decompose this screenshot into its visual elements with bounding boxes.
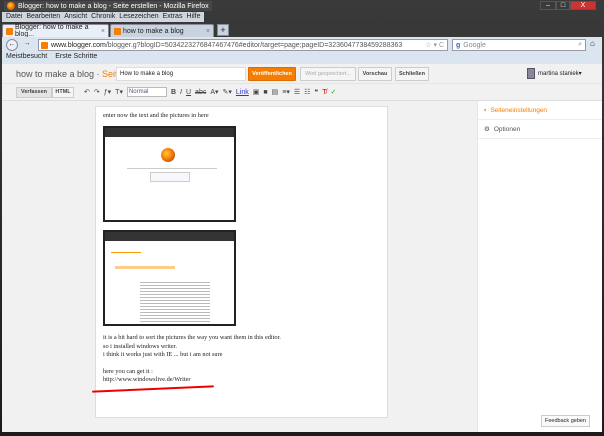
url-domain: www.blogger.com xyxy=(51,41,106,49)
tab-html[interactable]: HTML xyxy=(52,87,74,98)
minimize-button[interactable]: – xyxy=(540,1,556,10)
font-icon[interactable]: ƒ▾ xyxy=(104,88,111,96)
settings-sidebar: ▪ Seiteneinstellungen ⚙ Optionen Feedback … xyxy=(477,101,602,432)
bullet-list-icon[interactable]: ☷ xyxy=(304,88,310,96)
close-tab-icon[interactable]: × xyxy=(206,28,210,35)
url-path: /blogger.g?blogID=5034223276847467476#ed… xyxy=(105,41,403,49)
bookmark-erste-schritte[interactable]: Erste Schritte xyxy=(55,53,97,60)
redo-icon[interactable]: ↷ xyxy=(94,88,100,96)
bookmark-star-icon[interactable]: ☆ ▾ C xyxy=(425,41,444,49)
jump-break-icon[interactable]: ▤ xyxy=(272,88,279,96)
blogger-icon xyxy=(6,27,13,35)
align-icon[interactable]: ≡▾ xyxy=(282,88,290,96)
search-placeholder: Google xyxy=(463,41,486,49)
menu-lesezeichen[interactable]: Lesezeichen xyxy=(117,12,160,22)
search-input[interactable]: g Google ⌕ xyxy=(452,39,586,51)
writer-link[interactable]: http://www.windowslive.de/Writer xyxy=(103,376,380,384)
browser-window: Blogger: how to make a blog - Seite erst… xyxy=(0,0,604,436)
saving-button: Wird gespeichert... xyxy=(300,67,356,81)
publish-button[interactable]: Veröffentlichen xyxy=(248,67,296,81)
blogger-icon xyxy=(114,27,121,35)
body-text: i think it works just with IE ... but i … xyxy=(103,351,223,359)
quote-icon[interactable]: ❝ xyxy=(314,88,318,96)
numbered-list-icon[interactable]: ☰ xyxy=(294,88,300,96)
tab-label: how to make a blog xyxy=(123,27,184,35)
italic-icon[interactable]: I xyxy=(180,89,182,96)
menu-extras[interactable]: Extras xyxy=(161,12,185,22)
font-size-icon[interactable]: T▾ xyxy=(115,88,123,96)
highlight-icon[interactable]: ✎▾ xyxy=(223,88,232,96)
preview-button[interactable]: Vorschau xyxy=(358,67,392,81)
bookmark-meistbesucht[interactable]: Meistbesucht xyxy=(6,53,47,60)
site-icon xyxy=(41,41,48,49)
menu-bar: Datei Bearbeiten Ansicht Chronik Lesezeichen… xyxy=(2,12,205,22)
firefox-icon xyxy=(7,2,15,10)
back-button[interactable]: ← xyxy=(6,39,18,51)
body-text: enter now the text and the pictures in h… xyxy=(103,112,209,119)
post-title-input[interactable]: How to make a blog xyxy=(116,67,246,81)
google-icon: g xyxy=(456,41,461,49)
search-icon[interactable]: ⌕ xyxy=(578,41,582,49)
editor-toolbar: Verfassen HTML ↶ ↷ ƒ▾ T▾ Normal B I Uabc A▾ ✎… xyxy=(2,84,602,101)
remove-format-icon[interactable]: T̸ xyxy=(322,89,326,96)
strikethrough-icon[interactable]: abc xyxy=(195,89,206,96)
bold-icon[interactable]: B xyxy=(171,89,176,96)
image-icon[interactable]: ▣ xyxy=(253,88,260,96)
text-color-icon[interactable]: A▾ xyxy=(210,88,218,96)
bullet-icon: ▪ xyxy=(484,106,487,114)
screenshot-image-firefox[interactable] xyxy=(103,126,236,223)
page-title: how to make a blog · Seite xyxy=(16,69,123,79)
close-tab-icon[interactable]: × xyxy=(101,28,105,35)
gear-icon: ⚙ xyxy=(484,126,490,133)
video-icon[interactable]: ■ xyxy=(263,89,267,96)
maximize-button[interactable]: □ xyxy=(556,1,570,10)
home-icon[interactable]: ⌂ xyxy=(590,39,602,51)
spellcheck-icon[interactable]: ✓ xyxy=(330,88,336,96)
sidebar-page-settings[interactable]: ▪ Seiteneinstellungen xyxy=(478,101,602,120)
post-body-editor[interactable]: enter now the text and the pictures in h… xyxy=(95,106,388,418)
close-window-button[interactable]: X xyxy=(570,1,596,10)
avatar xyxy=(527,68,535,79)
underline-icon[interactable]: U xyxy=(186,89,191,96)
tab-compose[interactable]: Verfassen xyxy=(16,87,52,98)
format-select[interactable]: Normal xyxy=(126,87,167,97)
tab-label: Blogger: how to make a blog... xyxy=(15,24,89,38)
blogger-editor: how to make a blog · Seite How to make a… xyxy=(2,64,602,432)
title-bar: Blogger: how to make a blog - Seite erst… xyxy=(4,1,212,11)
new-tab-button[interactable]: + xyxy=(217,24,229,36)
user-menu[interactable]: martina staniek▾ xyxy=(527,68,582,79)
menu-datei[interactable]: Datei xyxy=(4,12,24,22)
screenshot-image-blogger[interactable] xyxy=(103,230,236,327)
body-text: here you can get it : xyxy=(103,367,153,375)
menu-bearbeiten[interactable]: Bearbeiten xyxy=(24,12,62,22)
menu-hilfe[interactable]: Hilfe xyxy=(184,12,202,22)
menu-chronik[interactable]: Chronik xyxy=(89,12,117,22)
address-bar[interactable]: www.blogger.com/blogger.g?blogID=5034223… xyxy=(38,39,448,51)
sidebar-options[interactable]: ⚙ Optionen xyxy=(478,120,602,139)
forward-button[interactable]: → xyxy=(21,39,33,51)
window-title: Blogger: how to make a blog - Seite erst… xyxy=(18,2,209,10)
undo-icon[interactable]: ↶ xyxy=(84,88,90,96)
feedback-button[interactable]: Feedback geben xyxy=(541,415,590,427)
close-button[interactable]: Schließen xyxy=(395,67,429,81)
menu-ansicht[interactable]: Ansicht xyxy=(62,12,89,22)
body-text: so i installed windows writer. xyxy=(103,342,177,350)
tab-blogger-editor[interactable]: Blogger: how to make a blog... × xyxy=(2,24,109,38)
body-text: it is a bit hard to sort the pictures th… xyxy=(103,334,281,342)
tab-blog[interactable]: how to make a blog × xyxy=(110,24,214,37)
link-button[interactable]: Link xyxy=(236,89,249,96)
